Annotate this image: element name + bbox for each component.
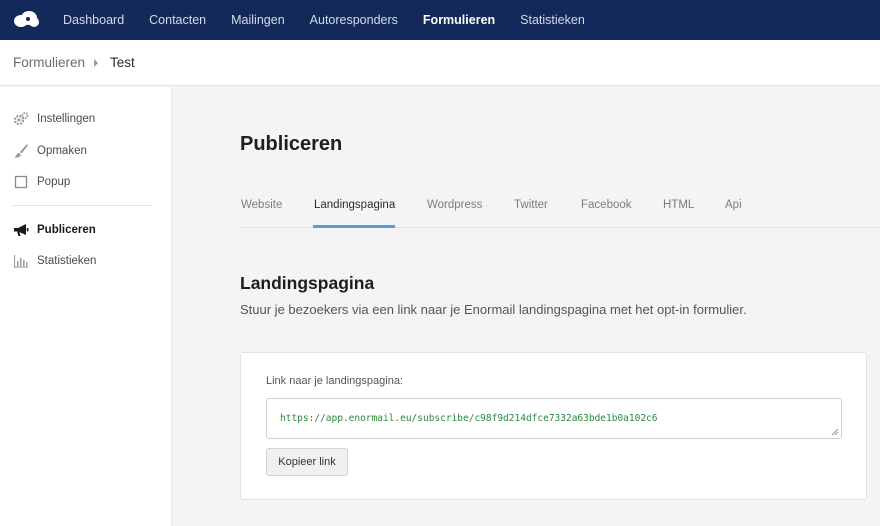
nav-dashboard[interactable]: Dashboard: [63, 13, 124, 27]
publish-tabs: Website Landingspagina Wordpress Twitter…: [240, 190, 880, 228]
tab-wordpress[interactable]: Wordpress: [427, 199, 482, 211]
cloud-logo-icon[interactable]: [12, 9, 40, 29]
landing-link-card: Link naar je landingspagina: https://app…: [240, 352, 867, 500]
tab-landingspagina[interactable]: Landingspagina: [314, 199, 395, 211]
sidebar-item-publiceren[interactable]: Publiceren: [13, 220, 96, 240]
nav-formulieren[interactable]: Formulieren: [423, 13, 495, 27]
sidebar-item-label: Instellingen: [37, 113, 96, 125]
top-navbar: Dashboard Contacten Mailingen Autorespon…: [0, 0, 880, 40]
tab-html[interactable]: HTML: [663, 199, 694, 211]
square-icon: [13, 174, 29, 190]
nav-statistieken[interactable]: Statistieken: [520, 13, 585, 27]
sidebar: Instellingen Opmaken Popup Publiceren St…: [0, 87, 172, 526]
sidebar-item-label: Statistieken: [37, 255, 97, 267]
link-label: Link naar je landingspagina:: [266, 375, 403, 387]
sidebar-divider: [12, 205, 152, 206]
nav-mailingen[interactable]: Mailingen: [231, 13, 285, 27]
tab-facebook[interactable]: Facebook: [581, 199, 632, 211]
nav-autoresponders[interactable]: Autoresponders: [310, 13, 398, 27]
sidebar-item-popup[interactable]: Popup: [13, 172, 70, 192]
breadcrumb-formulieren[interactable]: Formulieren: [13, 55, 85, 70]
megaphone-icon: [13, 222, 29, 238]
breadcrumb-separator-icon: [94, 58, 99, 67]
section-title: Landingspagina: [240, 273, 375, 293]
sidebar-item-label: Popup: [37, 176, 71, 188]
tab-api[interactable]: Api: [725, 199, 742, 211]
section-description: Stuur je bezoekers via een link naar je …: [240, 302, 747, 317]
sidebar-item-label: Publiceren: [37, 224, 96, 236]
tab-website[interactable]: Website: [241, 199, 282, 211]
breadcrumb: Formulieren Test: [0, 40, 880, 86]
bar-chart-icon: [13, 253, 29, 269]
copy-link-button[interactable]: Kopieer link: [266, 448, 348, 476]
sidebar-item-instellingen[interactable]: Instellingen: [13, 109, 95, 129]
landing-link-value[interactable]: https://app.enormail.eu/subscribe/c98f9d…: [280, 413, 658, 424]
page-title: Publiceren: [240, 133, 343, 155]
tab-twitter[interactable]: Twitter: [514, 199, 548, 211]
sidebar-item-statistieken[interactable]: Statistieken: [13, 251, 96, 271]
breadcrumb-current: Test: [110, 55, 135, 70]
main-menu: Dashboard Contacten Mailingen Autorespon…: [63, 0, 610, 40]
nav-contacten[interactable]: Contacten: [149, 13, 206, 27]
sidebar-item-opmaken[interactable]: Opmaken: [13, 141, 87, 161]
sidebar-item-label: Opmaken: [37, 145, 87, 157]
gears-icon: [13, 111, 29, 127]
resize-grip-icon[interactable]: [831, 428, 839, 436]
active-tab-indicator: [313, 225, 395, 228]
landing-link-textarea[interactable]: https://app.enormail.eu/subscribe/c98f9d…: [266, 398, 842, 439]
brush-icon: [13, 143, 29, 159]
